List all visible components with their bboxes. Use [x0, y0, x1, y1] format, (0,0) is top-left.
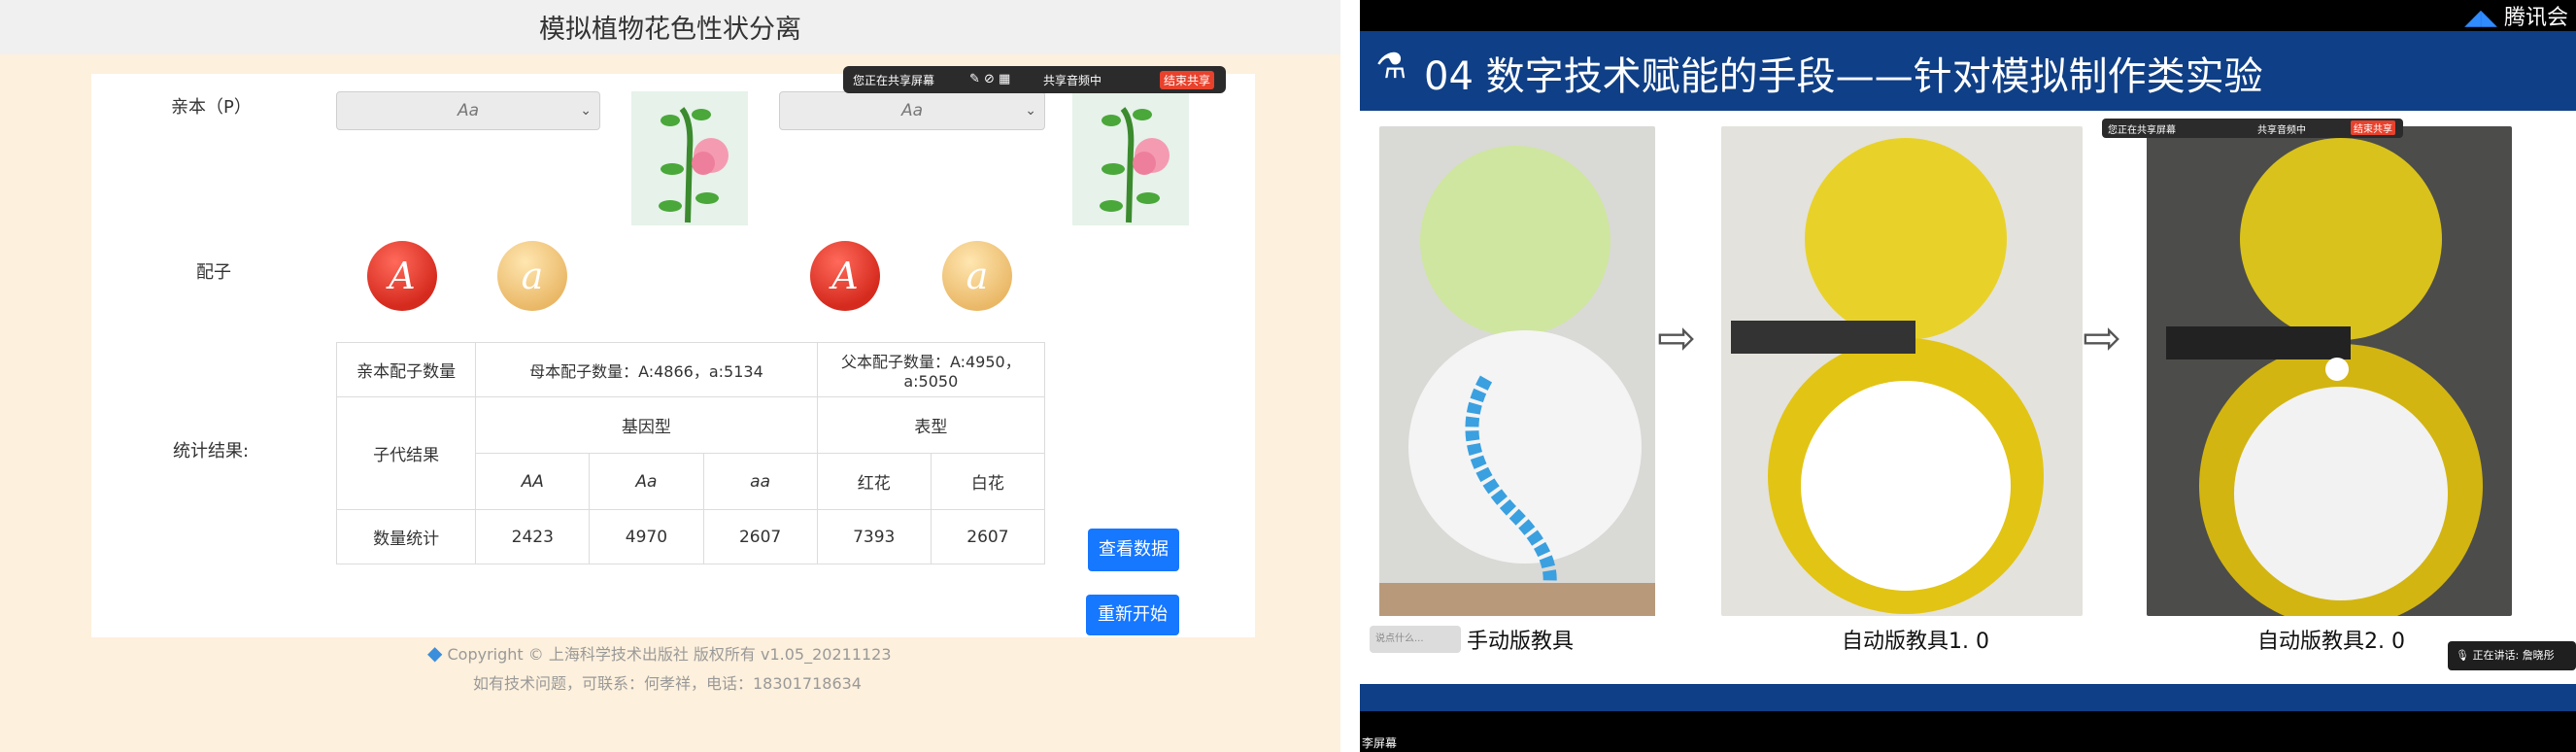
- end-share-button: 结束共享: [2351, 120, 2395, 135]
- gamete-label: 配子: [196, 262, 231, 283]
- share-audio-text[interactable]: 共享音频中: [1043, 72, 1102, 88]
- parent-select-2[interactable]: Aa ⌄: [779, 91, 1045, 130]
- speaking-label: 正在讲话:: [2472, 649, 2520, 662]
- speaker-name: 詹晓彤: [2522, 649, 2555, 662]
- brand-label: ◢◣ 腾讯会: [2464, 0, 2568, 31]
- arrow-right-icon: ⇨: [2083, 311, 2122, 365]
- meeting-bottom-bar: 李屏幕: [1360, 711, 2576, 752]
- arrow-right-icon: ⇨: [1657, 311, 1697, 365]
- pane-divider: [1340, 0, 1360, 752]
- bottom-label: 李屏幕: [1362, 736, 1398, 750]
- footer-contact: 如有技术问题，可联系：何孝祥，电话：18301718634: [473, 674, 862, 693]
- count-AA: 2423: [475, 509, 591, 564]
- count-aa: 2607: [702, 509, 818, 564]
- meeting-top-bar: ◢◣ 腾讯会: [1360, 0, 2576, 31]
- meeting-slide-pane: ◢◣ 腾讯会 ⚗ 04 数字技术赋能的手段——针对模拟制作类实验 ⇨ ⇨ 您正在…: [1360, 0, 2576, 752]
- footer-copyright-text: Copyright © 上海科学技术出版社 版权所有 v1.05_2021112…: [447, 645, 892, 664]
- mother-gamete-count: 母本配子数量：A:4866，a:5134: [475, 342, 818, 397]
- end-share-button[interactable]: 结束共享: [1160, 71, 1215, 89]
- father-gamete-count: 父本配子数量：A:4950，a:5050: [816, 342, 1046, 397]
- sharing-status-text: 您正在共享屏幕: [853, 74, 935, 87]
- brand-text: 腾讯会: [2503, 6, 2568, 30]
- col-white-flower: 白花: [930, 453, 1046, 510]
- count-label: 数量统计: [335, 509, 477, 564]
- parent-select-1[interactable]: Aa ⌄: [336, 91, 600, 130]
- count-Aa: 4970: [589, 509, 704, 564]
- col-red-flower: 红花: [816, 453, 932, 510]
- gamete-dominant-2: A: [810, 241, 880, 311]
- sharing-status-text: 您正在共享屏幕: [2108, 125, 2176, 136]
- manual-device-photo: [1379, 126, 1655, 616]
- offspring-label: 子代结果: [335, 396, 477, 510]
- auto-device-v1-photo: [1721, 126, 2083, 616]
- comment-input[interactable]: 说点什么...: [1370, 626, 1461, 653]
- col-aa: aa: [702, 453, 818, 510]
- slide-footer-bar: [1360, 684, 2576, 711]
- publisher-logo-icon: ◆: [427, 641, 443, 665]
- gamete-recessive-1: a: [497, 241, 567, 311]
- gamete-recessive-2: a: [942, 241, 1012, 311]
- screen-share-bar-inner: 您正在共享屏幕 共享音频中 结束共享: [2102, 119, 2403, 138]
- caption-auto-v2: 自动版教具2. 0: [2257, 630, 2405, 654]
- share-audio-text: 共享音频中: [2257, 125, 2306, 136]
- gamete-dominant-1: A: [367, 241, 437, 311]
- parent-label: 亲本（P）: [171, 97, 252, 118]
- parent-flower-image-2: [1072, 91, 1189, 225]
- slide-header: ⚗ 04 数字技术赋能的手段——针对模拟制作类实验: [1360, 31, 2576, 111]
- microphone-icon: 🎙: [2456, 649, 2469, 662]
- caption-manual: 手动版教具: [1467, 630, 1575, 654]
- count-red: 7393: [816, 509, 932, 564]
- genotype-header: 基因型: [475, 396, 818, 454]
- caption-auto-v1: 自动版教具1. 0: [1842, 630, 1989, 654]
- parent-select-2-value: Aa: [900, 101, 924, 120]
- microscope-icon: ⚗: [1375, 47, 1407, 86]
- stats-table: 亲本配子数量 母本配子数量：A:4866，a:5134 父本配子数量：A:495…: [335, 342, 1046, 564]
- chevron-down-icon: ⌄: [1025, 103, 1036, 119]
- slide-title: 04 数字技术赋能的手段——针对模拟制作类实验: [1424, 54, 2263, 99]
- footer-copyright: ◆ Copyright © 上海科学技术出版社 版权所有 v1.05_20211…: [427, 641, 971, 665]
- screen-share-bar: 您正在共享屏幕 ✎ ⊘ ▦ 共享音频中 结束共享: [843, 66, 1226, 93]
- auto-device-v2-photo: [2147, 126, 2512, 628]
- view-data-button[interactable]: 查看数据: [1088, 529, 1179, 571]
- page-title: 模拟植物花色性状分离: [539, 15, 801, 45]
- stats-label: 统计结果:: [173, 441, 250, 461]
- speaking-indicator: 🎙 正在讲话: 詹晓彤: [2448, 641, 2576, 670]
- simulation-app: 模拟植物花色性状分离 亲本（P） Aa ⌄ Aa ⌄ 配子 A a A a 统计…: [0, 0, 1340, 752]
- count-white: 2607: [930, 509, 1046, 564]
- chevron-down-icon: ⌄: [580, 103, 592, 119]
- annotate-icon[interactable]: ✎ ⊘ ▦: [969, 72, 1010, 86]
- tencent-meeting-logo-icon: ◢◣: [2464, 6, 2497, 30]
- main-card: 亲本（P） Aa ⌄ Aa ⌄ 配子 A a A a 统计结果: 亲本配子数量 …: [91, 74, 1255, 637]
- restart-button[interactable]: 重新开始: [1086, 595, 1179, 635]
- parent-select-1-value: Aa: [457, 101, 480, 120]
- parent-gamete-count-label: 亲本配子数量: [335, 342, 477, 397]
- col-Aa: Aa: [589, 453, 704, 510]
- parent-flower-image-1: [631, 91, 748, 225]
- phenotype-header: 表型: [816, 396, 1046, 454]
- col-AA: AA: [475, 453, 591, 510]
